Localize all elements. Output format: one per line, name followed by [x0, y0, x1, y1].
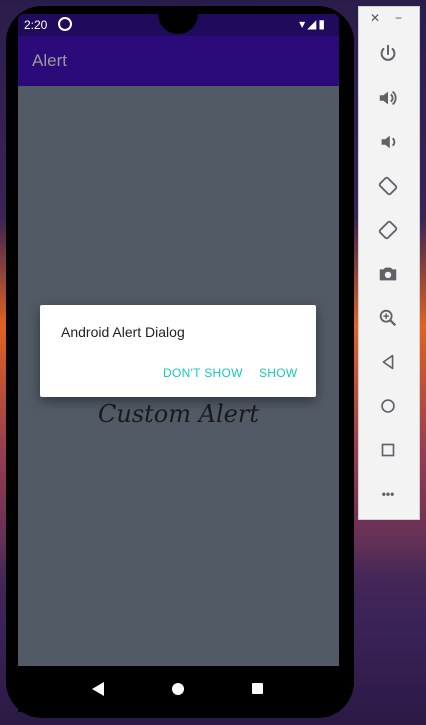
close-icon[interactable]: ✕ — [370, 11, 380, 25]
camera-icon[interactable] — [373, 259, 403, 289]
volume-up-icon[interactable] — [373, 83, 403, 113]
home-icon[interactable] — [373, 391, 403, 421]
nav-home-icon[interactable] — [172, 683, 184, 695]
custom-alert-text: Custom Alert — [98, 400, 259, 428]
rotate-right-icon[interactable] — [373, 215, 403, 245]
dialog-message: Android Alert Dialog — [61, 324, 185, 340]
phone-screen: 2:20 ▾◢▮ Alert Custom Alert Android Aler… — [18, 14, 339, 666]
app-title: Alert — [32, 51, 67, 70]
sync-icon — [58, 17, 72, 31]
emulator-toolbar: ✕ − ••• — [358, 6, 420, 520]
rotate-left-icon[interactable] — [373, 171, 403, 201]
zoom-icon[interactable] — [373, 303, 403, 333]
volume-down-icon[interactable] — [373, 127, 403, 157]
minimize-icon[interactable]: − — [395, 11, 402, 25]
nav-back-icon[interactable] — [92, 682, 104, 696]
status-right-icons: ▾◢▮ — [299, 17, 327, 31]
nav-recents-icon[interactable] — [252, 683, 263, 694]
alert-dialog: Android Alert Dialog DON'T SHOW SHOW — [40, 305, 316, 397]
app-bar: Alert — [18, 36, 339, 86]
dont-show-button[interactable]: DON'T SHOW — [163, 366, 243, 380]
nav-bar — [18, 666, 339, 712]
power-icon[interactable] — [373, 39, 403, 69]
more-icon[interactable]: ••• — [373, 479, 403, 509]
status-time: 2:20 — [24, 18, 48, 32]
show-button[interactable]: SHOW — [259, 366, 298, 380]
overview-icon[interactable] — [373, 435, 403, 465]
back-icon[interactable] — [373, 347, 403, 377]
